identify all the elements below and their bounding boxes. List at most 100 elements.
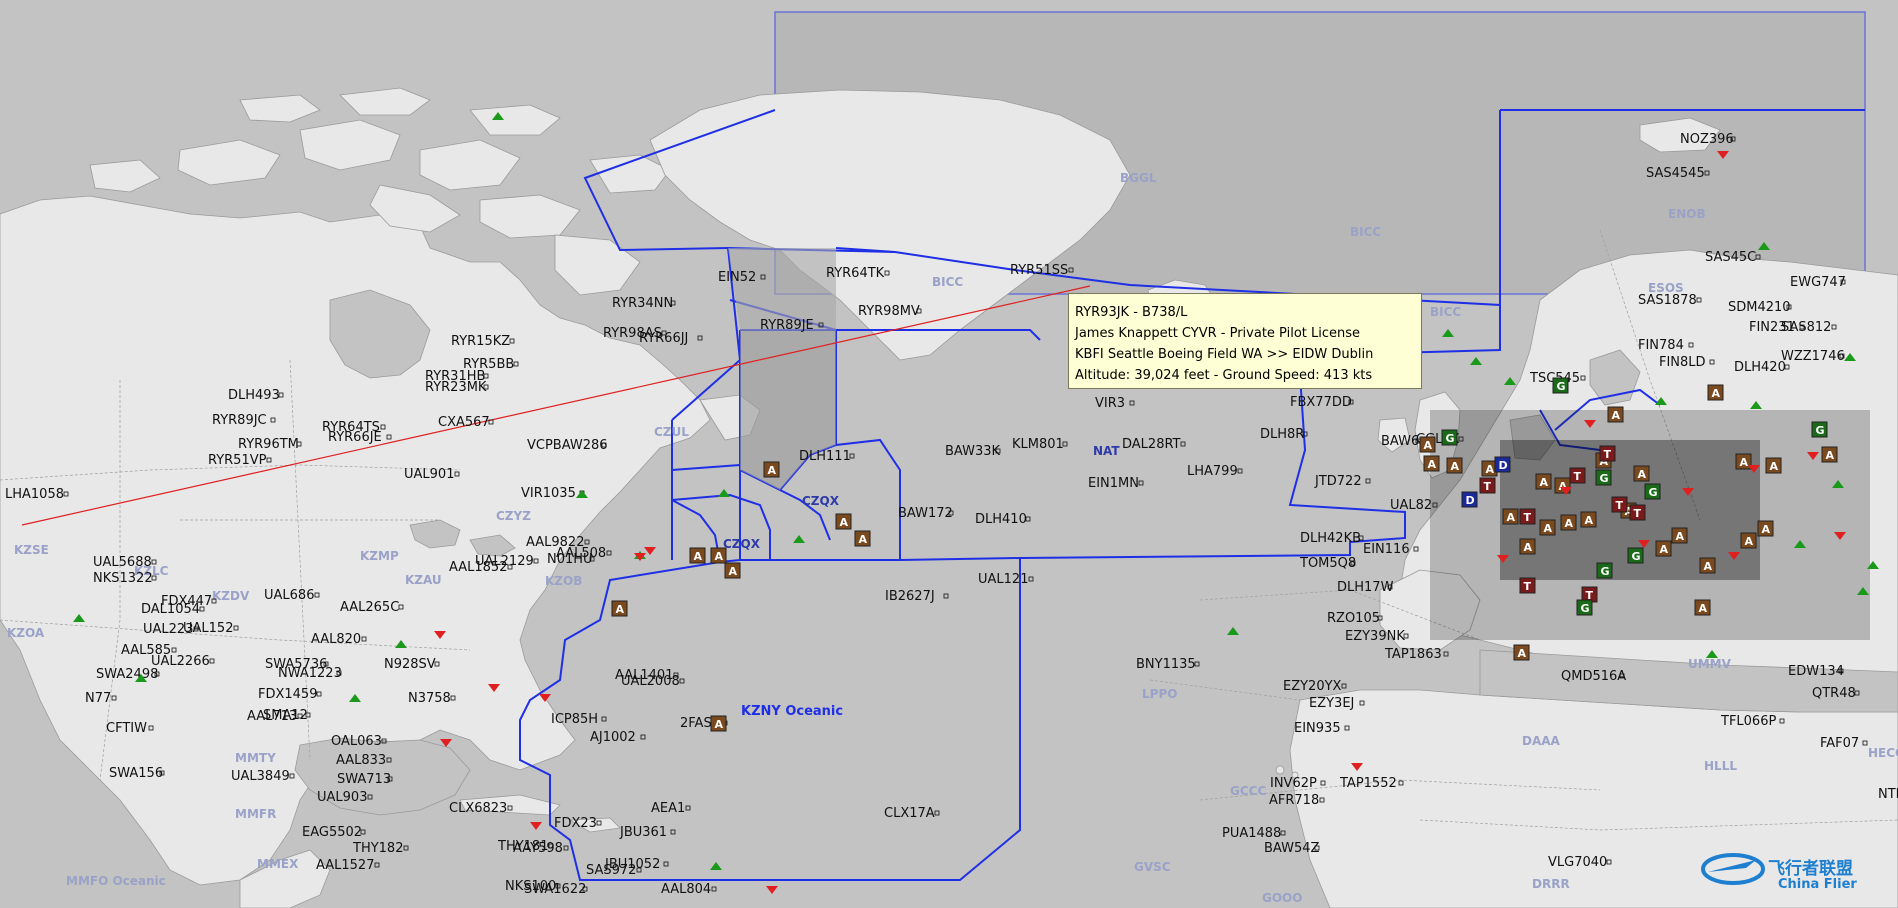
callsign-label[interactable]: UAL121 [978,572,1028,587]
callsign-label[interactable]: TOM5Q8 [1299,556,1356,571]
callsign-label[interactable]: EIN52 [718,270,756,285]
callsign-label[interactable]: N3758 [408,691,451,706]
callsign-label[interactable]: EAG5502 [302,825,362,840]
callsign-label[interactable]: UAL3849 [231,769,290,784]
callsign-label[interactable]: SWA713 [337,772,391,787]
callsign-label[interactable]: LHA1058 [5,487,64,502]
callsign-label[interactable]: UAL5688 [93,555,152,570]
callsign-label[interactable]: EIN116 [1363,542,1410,557]
callsign-label[interactable]: CLX17A [884,806,935,821]
callsign-label[interactable]: BNY1135 [1136,657,1196,672]
callsign-label[interactable]: RYR89JE [760,318,814,333]
callsign-label[interactable]: EIN935 [1294,721,1341,736]
callsign-label[interactable]: AAL804 [661,882,711,897]
callsign-label[interactable]: FDX1459 [258,687,317,702]
callsign-label[interactable]: RYR96TM [238,437,299,452]
callsign-label[interactable]: UAL901 [404,467,454,482]
callsign-label[interactable]: AAL833 [336,753,386,768]
callsign-label[interactable]: UAL903 [317,790,367,805]
callsign-label[interactable]: BAW172 [898,506,953,521]
callsign-label[interactable]: RYR66JE [328,430,382,445]
callsign-label[interactable]: BAW6 [1381,434,1419,449]
callsign-label[interactable]: AAY598 [513,841,563,856]
callsign-label[interactable]: EIN1MN [1088,476,1139,491]
callsign-label[interactable]: INV62P [1270,776,1317,791]
callsign-label[interactable]: DLH410 [975,512,1027,527]
callsign-label[interactable]: AJ1002 [590,730,636,745]
callsign-label[interactable]: SDM4210 [1728,300,1791,315]
callsign-label[interactable]: SAS4545 [1646,166,1705,181]
callsign-label[interactable]: TAP1863 [1384,647,1442,662]
callsign-label[interactable]: RYR66JJ [639,331,688,346]
callsign-label[interactable]: DLH493 [228,388,280,403]
callsign-label[interactable]: RYR64TK [826,266,885,281]
callsign-label[interactable]: FAF07 [1820,736,1859,751]
callsign-label[interactable]: EZY20YX [1283,679,1342,694]
callsign-label[interactable]: RZO105 [1327,611,1380,626]
callsign-label[interactable]: NTL8H [1878,787,1898,802]
callsign-label[interactable]: SAS812 [1781,320,1831,335]
callsign-label[interactable]: RYR34NN [612,296,673,311]
callsign-label[interactable]: AAL265C [340,600,399,615]
callsign-label[interactable]: QMD516A [1561,669,1626,684]
callsign-label[interactable]: NKS1322 [93,571,153,586]
callsign-label[interactable]: EZY3EJ [1309,696,1354,711]
callsign-label[interactable]: VLG7040 [1548,855,1607,870]
callsign-label[interactable]: QTR48 [1812,686,1856,701]
callsign-label[interactable]: RYR51SS [1010,263,1068,278]
callsign-label[interactable]: AFR718 [1269,793,1319,808]
callsign-label[interactable]: JBU1052 [604,857,660,872]
callsign-label[interactable]: TAP1552 [1339,776,1397,791]
callsign-label[interactable]: NWA1223 [278,666,342,681]
callsign-label[interactable]: VIR1035 [521,486,576,501]
callsign-label[interactable]: SAS45C [1705,250,1756,265]
callsign-label[interactable]: DAL1054 [141,602,200,617]
callsign-label[interactable]: CLX6823 [449,801,507,816]
callsign-label[interactable]: RYR51VP [208,453,267,468]
atc-map[interactable]: BGGL BICC BICC BICC NAT CZUL CZQX CZQX C… [0,0,1898,908]
callsign-label[interactable]: AAL1527 [316,858,374,873]
callsign-label[interactable]: N928SV [384,657,436,672]
callsign-label[interactable]: DAL28RT [1122,437,1181,452]
callsign-label[interactable]: ICP85H [551,712,598,727]
callsign-label[interactable]: LHA799 [1187,464,1238,479]
callsign-label[interactable]: UAL686 [264,588,314,603]
callsign-label[interactable]: EZY39NK [1345,629,1405,644]
callsign-label[interactable]: N77 [85,691,111,706]
callsign-label[interactable]: FBX77DD [1290,395,1352,410]
callsign-label[interactable]: DLH111 [799,449,851,464]
callsign-label[interactable]: UAL82 [1390,498,1432,513]
callsign-label[interactable]: EDW134 [1788,664,1844,679]
callsign-label[interactable]: IB2627J [885,589,935,604]
callsign-label[interactable]: BAW54Z [1264,841,1319,856]
callsign-label[interactable]: AAL508 [556,546,606,561]
callsign-label[interactable]: VIR3 [1095,396,1125,411]
callsign-label[interactable]: OAL063 [331,734,382,749]
callsign-label[interactable]: RYR89JC [212,413,267,428]
callsign-label[interactable]: DLH17W [1337,580,1394,595]
callsign-label[interactable]: SWA1622 [524,882,586,897]
callsign-label[interactable]: UAL2129 [475,554,534,569]
callsign-label[interactable]: FIN784 [1638,338,1684,353]
callsign-label[interactable]: DLH8R [1260,427,1304,442]
callsign-label[interactable]: EWG747 [1790,275,1846,290]
callsign-label[interactable]: FDX23 [554,816,597,831]
callsign-label[interactable]: SAS1878 [1638,293,1697,308]
callsign-label[interactable]: WZZ1746 [1781,349,1845,364]
callsign-label[interactable]: RYR23MK [425,380,487,395]
callsign-label[interactable]: FIN8LD [1659,355,1706,370]
callsign-label[interactable]: VCPBAW286 [527,438,608,453]
callsign-label[interactable]: PUA1488 [1222,826,1281,841]
callsign-label[interactable]: JTD722 [1314,474,1362,489]
callsign-label[interactable]: SWA156 [109,766,163,781]
callsign-label[interactable]: DLH420 [1734,360,1786,375]
callsign-label[interactable]: UAL152 [183,621,233,636]
callsign-label[interactable]: AEA1 [651,801,685,816]
callsign-label[interactable]: AAL820 [311,632,361,647]
callsign-label[interactable]: TFL066P [1720,714,1776,729]
callsign-label[interactable]: AAL713 [247,709,297,724]
callsign-label[interactable]: RYR15KZ [451,334,510,349]
callsign-label[interactable]: JBU361 [619,825,667,840]
callsign-label[interactable]: BAW33K [945,444,1000,459]
callsign-label[interactable]: SWA2498 [96,667,158,682]
